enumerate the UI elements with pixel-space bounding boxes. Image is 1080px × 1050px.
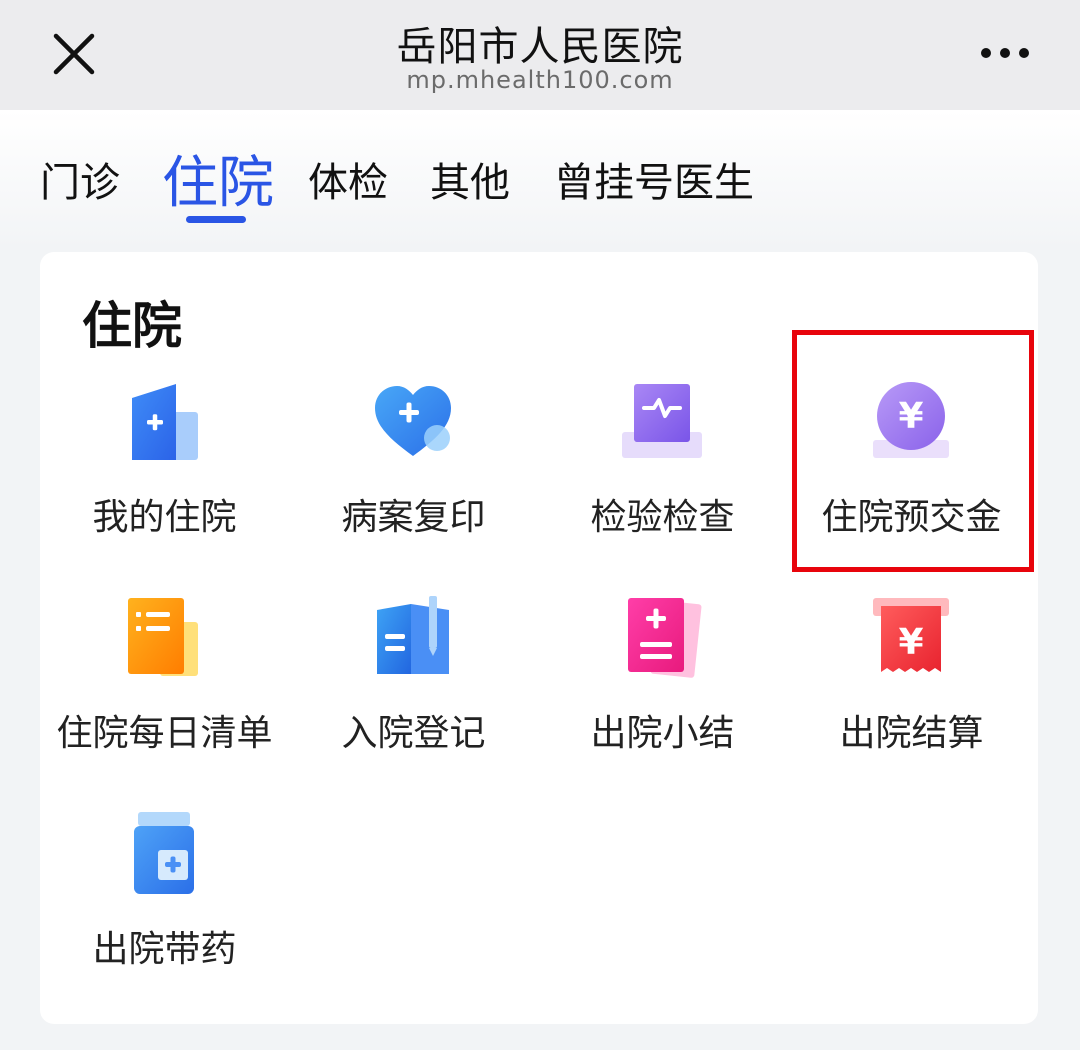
svg-text:¥: ¥ <box>898 622 923 663</box>
tab-other[interactable]: 其他 <box>430 150 510 208</box>
category-tabs: 门诊 住院 体检 其他 曾挂号医生 <box>0 110 1080 250</box>
item-my-hospitalization[interactable]: 我的住院 <box>40 380 289 580</box>
item-label: 出院小结 <box>590 713 735 754</box>
medicine-bottle-icon <box>122 812 206 896</box>
item-label: 检验检查 <box>590 497 735 538</box>
item-label: 我的住院 <box>92 497 237 538</box>
item-discharge-medication[interactable]: 出院带药 <box>40 812 289 1012</box>
tab-physical-exam[interactable]: 体检 <box>308 150 388 208</box>
yen-receipt-icon: ¥ <box>869 596 953 680</box>
daily-list-icon <box>122 596 206 680</box>
book-pen-icon <box>371 596 455 680</box>
item-label: 病案复印 <box>341 497 486 538</box>
more-icon[interactable] <box>976 38 1036 68</box>
item-label: 出院带药 <box>92 929 237 970</box>
heart-plus-icon <box>371 380 455 464</box>
item-medical-record-copy[interactable]: 病案复印 <box>289 380 538 580</box>
item-label: 出院结算 <box>839 713 984 754</box>
monitor-pulse-icon <box>620 380 704 464</box>
item-label: 入院登记 <box>341 713 486 754</box>
section-title: 住院 <box>82 297 182 355</box>
page-title: 岳阳市人民医院 <box>396 24 684 70</box>
item-discharge-settlement[interactable]: ¥ 出院结算 <box>787 596 1036 796</box>
item-daily-bill[interactable]: 住院每日清单 <box>40 596 289 796</box>
tab-inpatient[interactable]: 住院 <box>162 138 274 219</box>
summary-document-icon <box>620 596 704 680</box>
item-admission-registration[interactable]: 入院登记 <box>289 596 538 796</box>
hospital-building-icon <box>122 380 206 464</box>
highlight-box <box>792 330 1034 572</box>
item-label: 住院每日清单 <box>56 713 273 754</box>
tab-outpatient[interactable]: 门诊 <box>40 150 120 208</box>
item-lab-tests[interactable]: 检验检查 <box>538 380 787 580</box>
top-bar: 岳阳市人民医院 mp.mhealth100.com <box>0 0 1080 110</box>
page-url: mp.mhealth100.com <box>406 66 674 94</box>
item-discharge-summary[interactable]: 出院小结 <box>538 596 787 796</box>
tab-previous-doctors[interactable]: 曾挂号医生 <box>554 150 754 208</box>
active-tab-indicator <box>186 216 246 223</box>
